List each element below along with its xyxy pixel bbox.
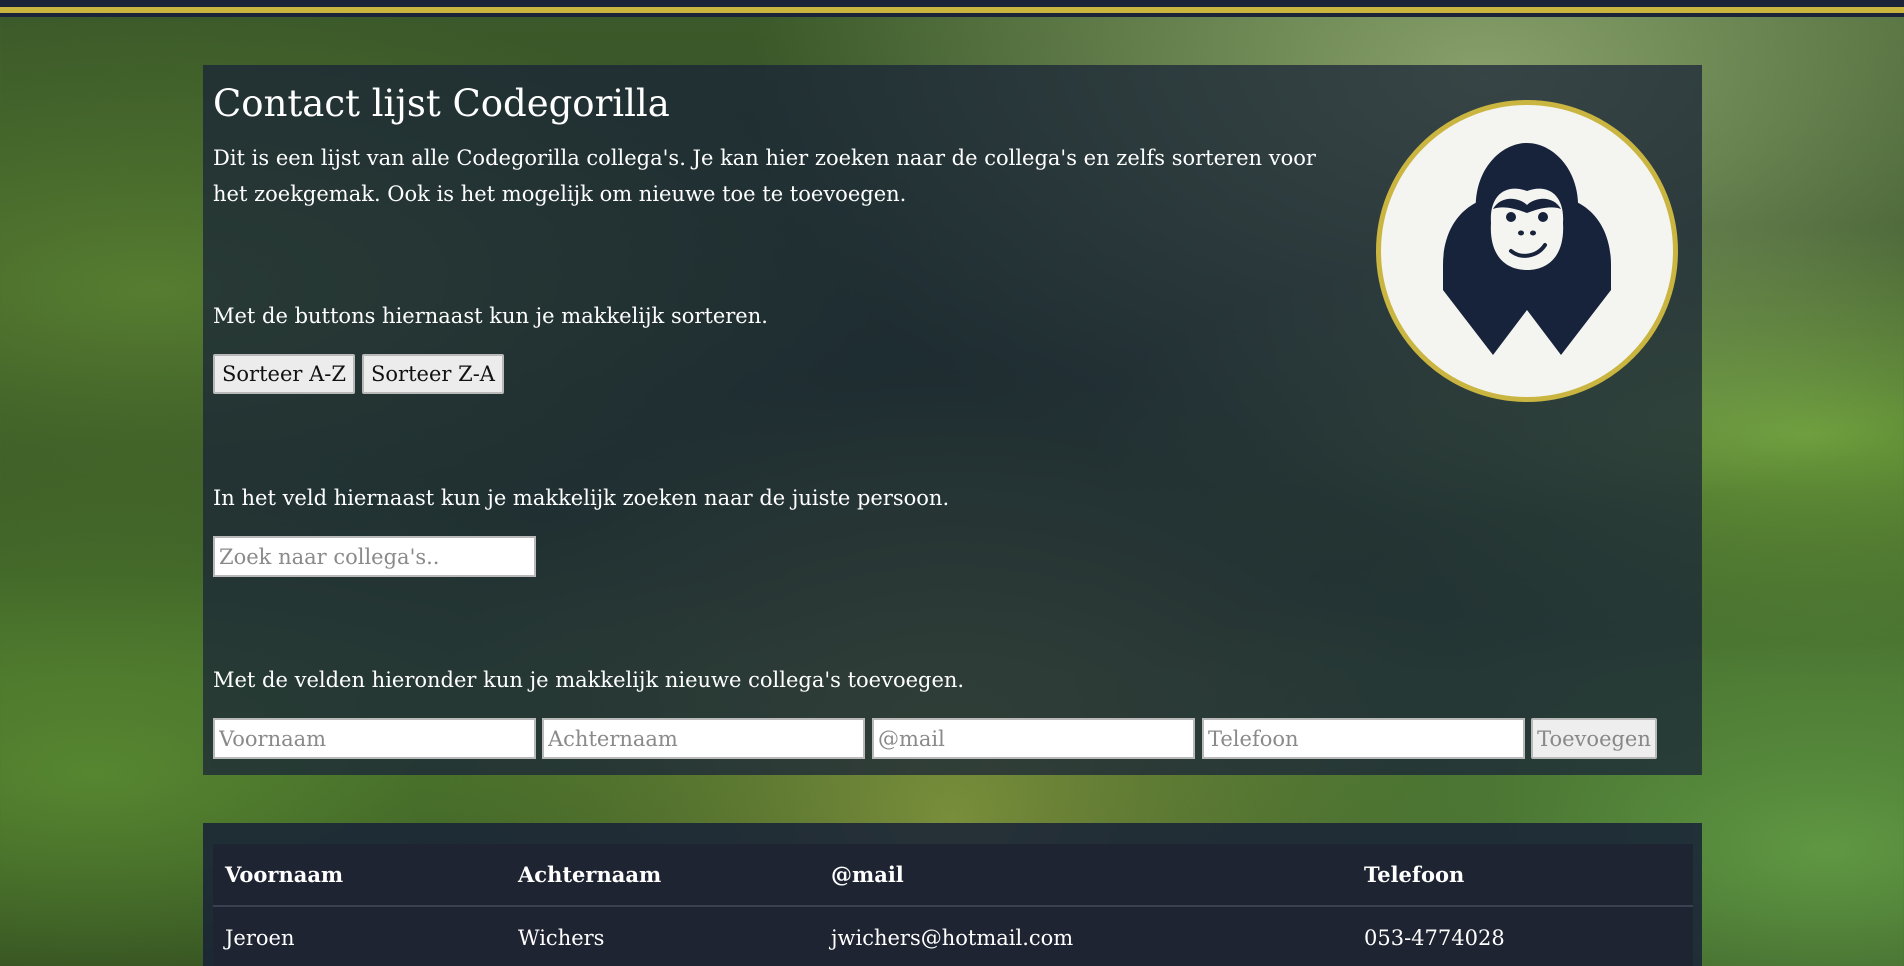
accent-stripe [0, 7, 1904, 13]
search-instructions: In het veld hiernaast kun je makkelijk z… [213, 486, 950, 510]
column-header-last-name[interactable]: Achternaam [506, 844, 819, 907]
intro-text: Dit is een lijst van alle Codegorilla co… [213, 146, 1316, 206]
search-input[interactable] [213, 536, 536, 577]
sort-az-button[interactable]: Sorteer A-Z [213, 354, 355, 394]
table-header-row: Voornaam Achternaam @mail Telefoon [213, 844, 1693, 907]
gorilla-logo-icon [1376, 100, 1678, 402]
contacts-table: Voornaam Achternaam @mail Telefoon Jeroe… [213, 844, 1693, 966]
contacts-table-container: Voornaam Achternaam @mail Telefoon Jeroe… [203, 823, 1702, 966]
top-bar [0, 0, 1904, 17]
column-header-phone[interactable]: Telefoon [1352, 844, 1693, 907]
gorilla-logo-svg [1443, 143, 1611, 355]
column-header-email[interactable]: @mail [819, 844, 1352, 907]
email-field[interactable] [872, 718, 1195, 759]
page-title: Contact lijst Codegorilla [213, 82, 670, 125]
cell-phone: 053-4774028 [1364, 926, 1505, 950]
add-instructions: Met de velden hieronder kun je makkelijk… [213, 668, 965, 692]
cell-first-name: Jeroen [225, 926, 295, 950]
cell-email: jwichers@hotmail.com [831, 926, 1074, 950]
sort-instructions: Met de buttons hiernaast kun je makkelij… [213, 304, 768, 328]
table-row: Jeroen Wichers jwichers@hotmail.com 053-… [213, 906, 1693, 966]
first-name-field[interactable] [213, 718, 536, 759]
column-header-first-name[interactable]: Voornaam [213, 844, 506, 907]
last-name-field[interactable] [542, 718, 865, 759]
cell-last-name: Wichers [518, 926, 605, 950]
add-button[interactable]: Toevoegen [1531, 718, 1657, 759]
phone-field[interactable] [1202, 718, 1525, 759]
sort-za-button[interactable]: Sorteer Z-A [362, 354, 504, 394]
